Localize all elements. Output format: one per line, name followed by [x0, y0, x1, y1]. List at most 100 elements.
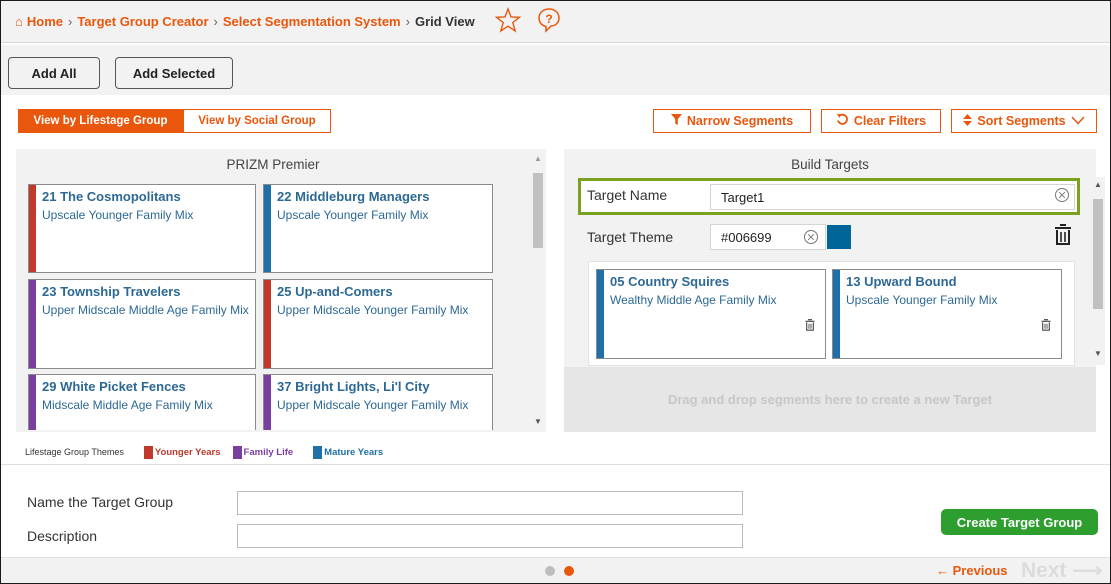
help-icon[interactable]: ?: [535, 6, 563, 37]
clear-filters-label: Clear Filters: [853, 114, 927, 128]
segment-title: 05 Country Squires: [610, 274, 730, 289]
sort-segments-label: Sort Segments: [977, 114, 1066, 128]
scroll-up-icon[interactable]: ▲: [534, 154, 542, 163]
svg-text:?: ?: [545, 12, 552, 26]
segment-subtitle: Upscale Younger Family Mix: [42, 208, 194, 222]
target-group-name-input[interactable]: [237, 491, 743, 515]
segment-subtitle: Midscale Middle Age Family Mix: [42, 398, 213, 412]
breadcrumb: ⌂ Home › Target Group Creator › Select S…: [1, 1, 1110, 43]
legend-mature-years: Mature Years: [324, 446, 384, 458]
breadcrumb-separator: ›: [405, 14, 410, 29]
segment-grid-clip: 29 White Picket Fences Midscale Middle A…: [28, 374, 528, 430]
lifestage-legend: Lifestage Group Themes Younger Years Fam…: [25, 444, 383, 460]
card-theme-stripe: [833, 270, 840, 358]
segment-card[interactable]: 21 The Cosmopolitans Upscale Younger Fam…: [28, 184, 256, 273]
segment-title: 21 The Cosmopolitans: [42, 189, 181, 204]
segment-title: 23 Township Travelers: [42, 284, 181, 299]
segment-title: 37 Bright Lights, Li'l City: [277, 379, 430, 394]
tab-lifestage-group[interactable]: View by Lifestage Group: [18, 109, 183, 133]
segment-subtitle: Upper Midscale Younger Family Mix: [277, 303, 469, 317]
legend-swatch-family: [232, 445, 242, 459]
chevron-down-icon: [1071, 114, 1085, 128]
segment-card[interactable]: 23 Township Travelers Upper Midscale Mid…: [28, 279, 256, 369]
add-all-button[interactable]: Add All: [8, 57, 100, 89]
drop-zone-hint: Drag and drop segments here to create a …: [667, 392, 993, 407]
card-theme-stripe: [29, 185, 36, 272]
scroll-down-icon[interactable]: ▼: [534, 417, 542, 426]
card-theme-stripe: [264, 280, 271, 368]
filter-icon: [670, 114, 682, 128]
breadcrumb-separator: ›: [67, 14, 73, 29]
card-theme-stripe: [264, 375, 271, 430]
segment-subtitle: Upscale Younger Family Mix: [277, 208, 429, 222]
target-name-label: Target Name: [587, 187, 668, 203]
description-input[interactable]: [237, 524, 743, 548]
legend-swatch-younger: [143, 445, 153, 459]
previous-button[interactable]: ← Previous: [936, 563, 1008, 578]
home-icon[interactable]: ⌂: [15, 14, 23, 29]
target-theme-value: #006699: [721, 229, 772, 245]
create-target-group-button[interactable]: Create Target Group: [941, 509, 1098, 535]
segment-card[interactable]: 25 Up-and-Comers Upper Midscale Younger …: [263, 279, 493, 369]
target-segment-card[interactable]: 13 Upward Bound Upscale Younger Family M…: [832, 269, 1062, 359]
breadcrumb-home[interactable]: Home: [27, 14, 63, 29]
clear-target-theme-icon[interactable]: [803, 229, 819, 250]
segment-subtitle: Upper Midscale Middle Age Family Mix: [42, 303, 249, 317]
scroll-down-icon[interactable]: ▼: [1094, 349, 1102, 358]
segment-card[interactable]: 22 Middleburg Managers Upscale Younger F…: [263, 184, 493, 273]
segment-title: 13 Upward Bound: [846, 274, 957, 289]
segment-grid-scrollbar[interactable]: ▲ ▼: [531, 151, 545, 431]
target-name-value: Target1: [721, 189, 765, 205]
breadcrumb-target-group-creator[interactable]: Target Group Creator: [77, 14, 208, 29]
scroll-up-icon[interactable]: ▲: [1094, 180, 1102, 189]
scroll-thumb[interactable]: [1093, 199, 1103, 309]
divider: [1, 464, 1110, 465]
target-theme-label: Target Theme: [587, 229, 674, 245]
description-label: Description: [27, 528, 98, 544]
sort-icon: [963, 113, 973, 129]
pager-dot[interactable]: [545, 566, 555, 576]
segment-grid-title: PRIZM Premier: [226, 157, 320, 172]
segment-subtitle: Upscale Younger Family Mix: [846, 293, 998, 307]
legend-label: Lifestage Group Themes: [25, 447, 124, 457]
segment-title: 29 White Picket Fences: [42, 379, 186, 394]
clear-filters-button[interactable]: Clear Filters: [821, 109, 941, 133]
card-theme-stripe: [264, 185, 271, 272]
reset-icon: [836, 113, 849, 129]
theme-color-swatch[interactable]: [827, 225, 851, 249]
add-selected-button[interactable]: Add Selected: [115, 57, 233, 89]
segment-title: 25 Up-and-Comers: [277, 284, 393, 299]
build-targets-scrollbar[interactable]: ▲ ▼: [1091, 177, 1105, 365]
breadcrumb-current: Grid View: [414, 14, 475, 29]
legend-swatch-mature: [313, 445, 323, 459]
segment-card[interactable]: 29 White Picket Fences Midscale Middle A…: [28, 374, 256, 430]
remove-segment-icon[interactable]: [805, 318, 815, 336]
segment-subtitle: Wealthy Middle Age Family Mix: [610, 293, 777, 307]
drop-zone[interactable]: Drag and drop segments here to create a …: [564, 367, 1096, 432]
next-button[interactable]: Next ⟶: [1021, 558, 1102, 583]
favorite-star-icon[interactable]: [494, 7, 522, 36]
breadcrumb-separator: ›: [213, 14, 218, 29]
scroll-thumb[interactable]: [533, 173, 543, 248]
narrow-segments-label: Narrow Segments: [686, 114, 794, 128]
pager-dot-active[interactable]: [564, 566, 574, 576]
card-theme-stripe: [29, 375, 36, 430]
card-theme-stripe: [597, 270, 604, 358]
segment-subtitle: Upper Midscale Younger Family Mix: [277, 398, 469, 412]
card-theme-stripe: [29, 280, 36, 368]
build-targets-title: Build Targets: [791, 157, 869, 172]
target-name-input[interactable]: Target1: [710, 184, 1075, 210]
legend-family-life: Family Life: [243, 446, 294, 458]
tab-social-group[interactable]: View by Social Group: [183, 109, 331, 133]
remove-segment-icon[interactable]: [1041, 318, 1051, 336]
breadcrumb-select-segmentation-system[interactable]: Select Segmentation System: [223, 14, 401, 29]
target-segment-card[interactable]: 05 Country Squires Wealthy Middle Age Fa…: [596, 269, 826, 359]
sort-segments-button[interactable]: Sort Segments: [951, 109, 1097, 133]
narrow-segments-button[interactable]: Narrow Segments: [653, 109, 811, 133]
delete-target-icon[interactable]: [1054, 224, 1072, 251]
clear-target-name-icon[interactable]: [1054, 187, 1070, 208]
legend-younger-years: Younger Years: [154, 446, 221, 458]
segment-card[interactable]: 37 Bright Lights, Li'l City Upper Midsca…: [263, 374, 493, 430]
segment-title: 22 Middleburg Managers: [277, 189, 430, 204]
target-group-name-label: Name the Target Group: [27, 494, 174, 510]
